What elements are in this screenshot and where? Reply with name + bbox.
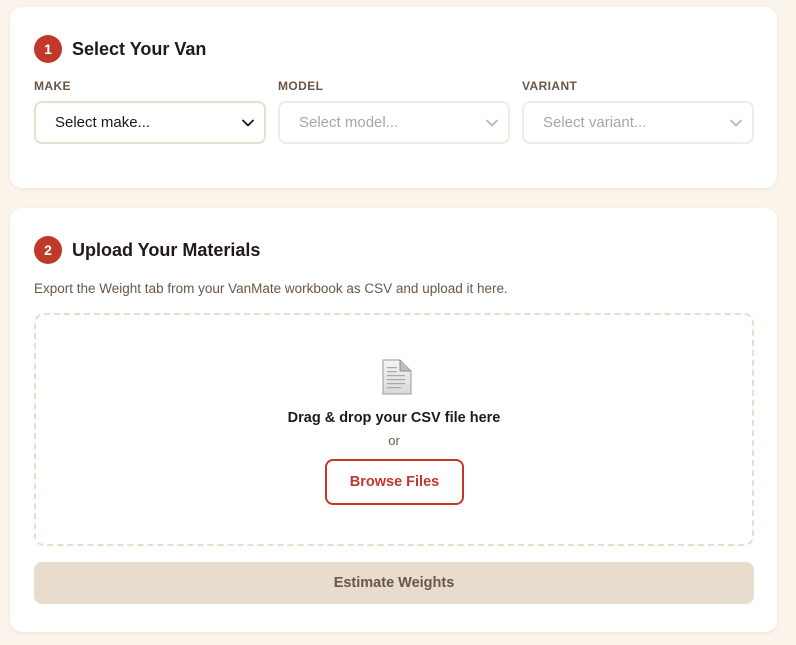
variant-select[interactable]: Select variant... — [522, 101, 754, 144]
section-title: Select Your Van — [72, 38, 207, 59]
chevron-down-icon — [242, 117, 254, 129]
van-field-row: MAKE Select make... MODEL Select model..… — [34, 79, 754, 144]
chevron-down-icon — [486, 117, 498, 129]
model-field: MODEL Select model... — [278, 79, 510, 144]
make-select[interactable]: Select make... — [34, 101, 266, 144]
variant-label: VARIANT — [522, 79, 578, 93]
model-label: MODEL — [278, 79, 324, 93]
model-select[interactable]: Select model... — [278, 101, 510, 144]
section-title: Upload Your Materials — [72, 239, 261, 260]
chevron-down-icon — [730, 117, 742, 129]
select-van-header: 1 Select Your Van — [34, 35, 206, 63]
browse-files-button[interactable]: Browse Files — [325, 459, 464, 505]
make-select-value: Select make... — [55, 114, 151, 131]
csv-dropzone[interactable]: Drag & drop your CSV file here or Browse… — [34, 313, 754, 546]
make-label: MAKE — [34, 79, 71, 93]
variant-field: VARIANT Select variant... — [522, 79, 754, 144]
dropzone-title: Drag & drop your CSV file here — [287, 410, 501, 426]
step-badge: 1 — [34, 35, 62, 63]
select-van-card: 1 Select Your Van MAKE Select make... MO… — [10, 7, 777, 188]
upload-materials-header: 2 Upload Your Materials — [34, 236, 260, 264]
dropzone-or: or — [388, 433, 400, 448]
step-badge: 2 — [34, 236, 62, 264]
upload-helper-text: Export the Weight tab from your VanMate … — [34, 281, 508, 296]
variant-select-value: Select variant... — [543, 114, 647, 131]
make-field: MAKE Select make... — [34, 79, 266, 144]
model-select-value: Select model... — [299, 114, 399, 131]
estimate-weights-button[interactable]: Estimate Weights — [34, 562, 754, 604]
document-icon — [381, 359, 413, 395]
upload-materials-card: 2 Upload Your Materials Export the Weigh… — [10, 208, 777, 632]
